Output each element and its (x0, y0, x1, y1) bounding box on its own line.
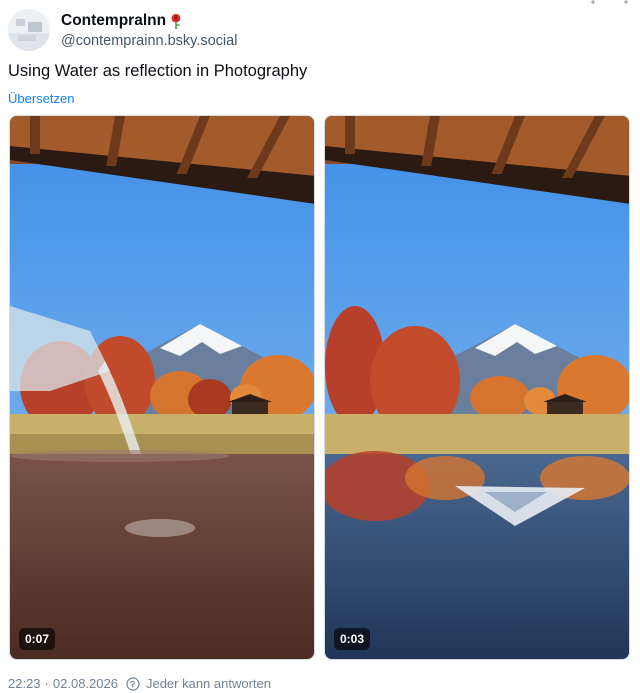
more-options-icon[interactable] (590, 0, 630, 6)
post-text: Using Water as reflection in Photography (8, 62, 308, 80)
video-thumbnail-2[interactable]: 0:03 (324, 115, 630, 660)
rose-icon (171, 14, 181, 29)
display-name-row: Contempralnn (61, 11, 237, 31)
display-name[interactable]: Contempralnn (61, 12, 166, 30)
video-duration-badge: 0:03 (334, 628, 371, 650)
globe-reply-icon (126, 676, 140, 691)
video-thumbnail-1[interactable]: 0:07 (9, 115, 315, 660)
post-header: Contempralnn @contemprainn.bsky.social (8, 8, 237, 52)
reply-setting[interactable]: Jeder kann antworten (146, 676, 271, 691)
post: Contempralnn @contemprainn.bsky.social U… (0, 0, 640, 693)
post-date: 02.08.2026 (52, 676, 118, 691)
post-time: 22:23 (8, 676, 41, 691)
video-duration-badge: 0:07 (19, 628, 56, 650)
author-handle[interactable]: @contemprainn.bsky.social (61, 33, 237, 49)
post-footer: 22:23 · 02.08.2026 Jeder kann antworten (8, 676, 271, 691)
video-frame-pouring-water (10, 116, 314, 659)
video-frame-reflection (325, 116, 629, 659)
author-names: Contempralnn @contemprainn.bsky.social (61, 11, 237, 49)
avatar[interactable] (8, 9, 50, 51)
separator: · (44, 676, 49, 691)
translate-link[interactable]: Übersetzen (8, 91, 74, 106)
